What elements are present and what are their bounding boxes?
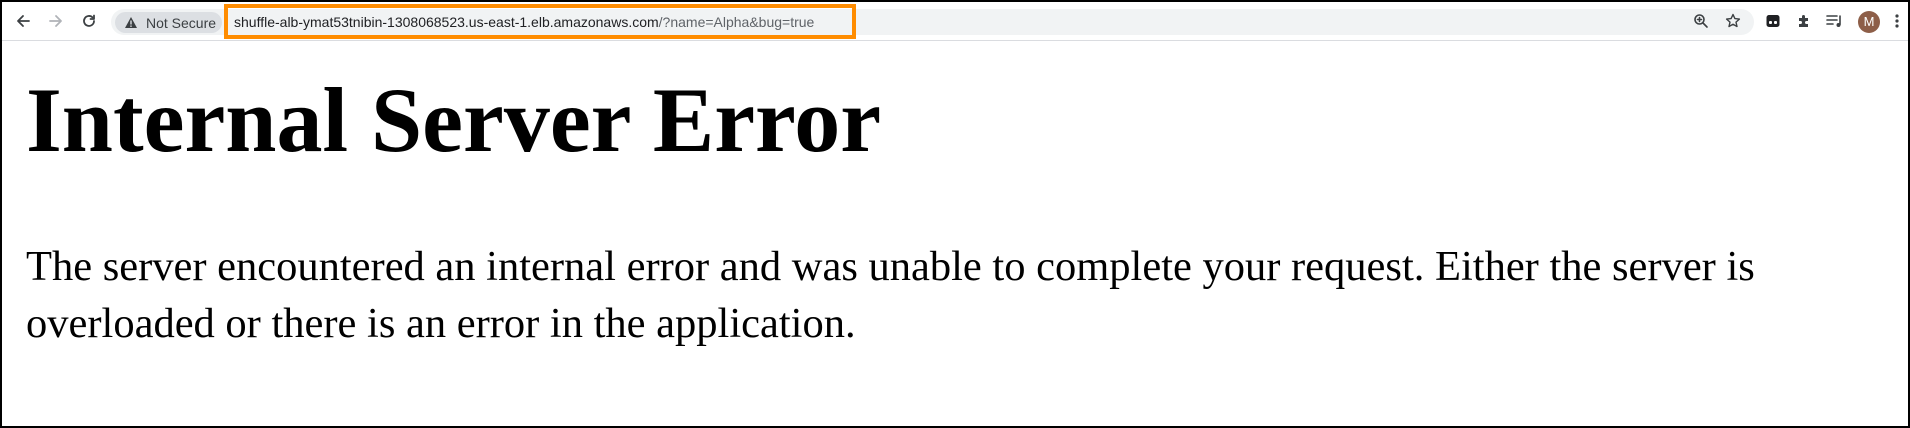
menu-button[interactable]: [1890, 10, 1904, 32]
star-icon: [1725, 13, 1741, 28]
back-icon: [17, 15, 30, 27]
profile-avatar[interactable]: M: [1858, 11, 1880, 33]
browser-toolbar: Not Secure shuffle-alb-ymat53tnibin-1308…: [2, 2, 1908, 41]
puzzle-icon: [1799, 15, 1808, 27]
reading-list-button[interactable]: [1824, 10, 1846, 32]
forward-button[interactable]: [45, 10, 67, 32]
back-button[interactable]: [12, 10, 34, 32]
menu-icon: [1895, 14, 1899, 28]
extension-icon: [1766, 15, 1780, 27]
security-label: Not Secure: [146, 14, 217, 31]
error-message: The server encountered an internal error…: [26, 243, 1755, 347]
security-chip[interactable]: Not Secure: [115, 12, 222, 33]
warning-icon: [124, 16, 138, 30]
zoom-icon: [1694, 14, 1708, 28]
extensions-button[interactable]: [1793, 10, 1815, 32]
reading-list-icon: [1826, 15, 1841, 27]
zoom-button[interactable]: [1690, 10, 1712, 32]
bookmark-button[interactable]: [1722, 10, 1744, 32]
url-highlight-box: [224, 4, 856, 39]
browser-window: Not Secure shuffle-alb-ymat53tnibin-1308…: [0, 0, 1910, 428]
page-heading: Internal Server Error: [26, 69, 882, 171]
extension-button[interactable]: [1762, 10, 1784, 32]
reload-icon: [83, 14, 95, 27]
reload-button[interactable]: [78, 10, 100, 32]
forward-icon: [49, 15, 62, 27]
